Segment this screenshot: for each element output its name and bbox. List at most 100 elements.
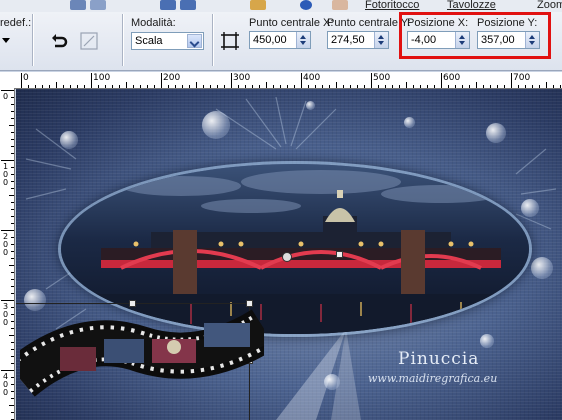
ruler-tick — [231, 73, 232, 88]
ruler-tick — [357, 85, 358, 88]
ruler-tick — [11, 111, 14, 112]
ruler-tick — [175, 85, 176, 88]
ruler-label: 0 — [3, 92, 9, 101]
ruler-tick — [11, 398, 14, 399]
transform-reset-button[interactable] — [78, 30, 100, 52]
ruler-tick — [497, 85, 498, 88]
ruler-tick — [11, 104, 14, 105]
center-y-value: 274,50 — [331, 34, 365, 46]
modalita-select-value: Scala — [135, 35, 163, 47]
bubble-decoration — [24, 289, 46, 311]
ruler-label: 0 — [23, 73, 29, 83]
menu-tavolozze[interactable]: Tavolozze — [447, 0, 496, 11]
ruler-label: 500 — [373, 73, 391, 83]
ruler-tick — [11, 279, 14, 280]
bubble-decoration — [324, 374, 340, 390]
ruler-tick — [147, 85, 148, 88]
ruler-tick — [11, 272, 14, 273]
ruler-tick — [476, 82, 477, 88]
transform-handle[interactable] — [129, 300, 136, 307]
ruler-tick — [11, 223, 14, 224]
palette-icon[interactable] — [250, 0, 266, 10]
ruler-tick — [28, 85, 29, 88]
ruler-label: 300 — [233, 73, 251, 83]
vertical-ruler[interactable]: 0 1 0 0 2 0 0 3 0 0 4 0 0 — [0, 88, 15, 420]
center-y-spinner[interactable] — [374, 32, 388, 48]
ruler-tick — [11, 139, 14, 140]
info-icon[interactable] — [300, 0, 312, 10]
ruler-tick — [140, 85, 141, 88]
ruler-tick — [392, 85, 393, 88]
ruler-tick — [11, 251, 14, 252]
ruler-tick — [11, 391, 14, 392]
ruler-tick — [413, 85, 414, 88]
image-canvas[interactable]: Pinuccia www.maidiregrafica.eu — [16, 89, 562, 420]
ruler-tick — [406, 82, 407, 88]
ruler-tick — [224, 85, 225, 88]
ruler-tick — [11, 377, 14, 378]
ruler-label: 3 0 0 — [3, 302, 9, 327]
ruler-tick — [49, 85, 50, 88]
ruler-tick — [9, 195, 14, 196]
ruler-tick — [1, 370, 14, 371]
preset-dropdown-arrow-icon[interactable] — [2, 38, 10, 43]
undo-icon[interactable] — [160, 0, 176, 10]
disabled-transform-icon — [80, 32, 98, 50]
ruler-tick — [11, 188, 14, 189]
ruler-tick — [490, 85, 491, 88]
fit-canvas-button[interactable] — [219, 30, 241, 52]
toolbar-separator — [32, 14, 34, 66]
ruler-tick — [308, 85, 309, 88]
center-x-field[interactable]: 450,00 — [249, 31, 311, 49]
ruler-tick — [11, 174, 14, 175]
menu-fotoritocco[interactable]: Fotoritocco — [365, 0, 419, 11]
ruler-tick — [9, 125, 14, 126]
transform-center-pivot[interactable] — [282, 252, 292, 262]
rotate-icon — [52, 34, 68, 48]
ruler-tick — [56, 82, 57, 88]
ruler-tick — [287, 85, 288, 88]
ruler-tick — [336, 82, 337, 88]
ruler-tick — [483, 85, 484, 88]
bubble-decoration — [60, 131, 78, 149]
ruler-tick — [21, 73, 22, 88]
chevron-down-icon[interactable] — [187, 34, 202, 48]
center-y-field[interactable]: 274,50 — [327, 31, 389, 49]
reset-rotate-button[interactable] — [48, 30, 70, 52]
save-icon[interactable] — [70, 0, 86, 10]
ruler-tick — [11, 349, 14, 350]
ruler-tick — [343, 85, 344, 88]
ruler-tick — [63, 85, 64, 88]
horizontal-ruler[interactable]: 0100200300400500600700800 — [15, 72, 562, 89]
modalita-select[interactable]: Scala — [131, 32, 204, 50]
center-x-spinner[interactable] — [296, 32, 310, 48]
ruler-tick — [98, 85, 99, 88]
bubble-decoration — [531, 257, 553, 279]
bubble-decoration — [306, 101, 315, 110]
ruler-tick — [273, 85, 274, 88]
bubble-decoration — [404, 117, 415, 128]
ruler-tick — [11, 153, 14, 154]
ruler-tick — [420, 85, 421, 88]
transform-handle[interactable] — [246, 300, 253, 307]
transform-handle[interactable] — [336, 251, 343, 258]
ruler-tick — [9, 265, 14, 266]
redo-icon[interactable] — [180, 0, 196, 10]
ruler-tick — [294, 85, 295, 88]
ruler-tick — [91, 73, 92, 88]
ruler-tick — [154, 85, 155, 88]
ruler-tick — [539, 85, 540, 88]
bubble-decoration — [480, 334, 494, 348]
save-as-icon[interactable] — [90, 0, 106, 10]
ruler-tick — [126, 82, 127, 88]
ruler-tick — [462, 85, 463, 88]
ruler-label: 2 0 0 — [3, 232, 9, 257]
ruler-tick — [182, 85, 183, 88]
ruler-tick — [560, 85, 561, 88]
crop-frame-icon — [221, 32, 239, 50]
menu-zoom[interactable]: Zoom — [537, 0, 562, 11]
ruler-tick — [350, 85, 351, 88]
ruler-tick — [210, 85, 211, 88]
ruler-tick — [11, 146, 14, 147]
eraser-icon[interactable] — [332, 0, 348, 10]
